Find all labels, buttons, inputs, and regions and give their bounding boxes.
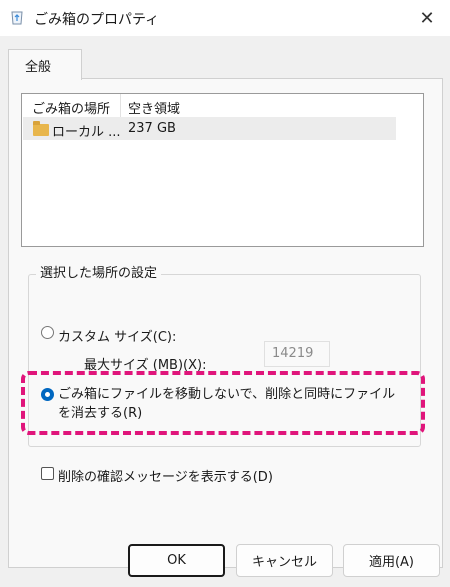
title-bar: ごみ箱のプロパティ ✕ bbox=[0, 0, 450, 36]
custom-size-radio[interactable] bbox=[41, 326, 54, 339]
list-header: ごみ箱の場所 空き領域 bbox=[22, 94, 423, 117]
cancel-button[interactable]: キャンセル bbox=[236, 544, 333, 577]
tab-general-label: 全般 bbox=[25, 60, 52, 75]
apply-button[interactable]: 適用(A) bbox=[343, 544, 440, 577]
location-name: ローカル ... bbox=[52, 125, 121, 140]
window-title: ごみ箱のプロパティ bbox=[34, 12, 160, 28]
ok-button[interactable]: OK bbox=[128, 544, 225, 577]
highlight-annotation bbox=[21, 371, 425, 435]
recycle-bin-location-list[interactable]: ごみ箱の場所 空き領域 ローカル ... 237 GB bbox=[21, 93, 424, 247]
tab-general[interactable]: 全般 bbox=[8, 49, 82, 80]
custom-size-label[interactable]: カスタム サイズ(C): bbox=[58, 326, 176, 345]
close-icon: ✕ bbox=[419, 7, 435, 29]
column-header-free-space[interactable]: 空き領域 bbox=[128, 98, 180, 117]
confirm-delete-label[interactable]: 削除の確認メッセージを表示する(D) bbox=[58, 466, 273, 485]
close-button[interactable]: ✕ bbox=[404, 0, 450, 36]
group-label: 選択した場所の設定 bbox=[36, 262, 162, 281]
list-item[interactable]: ローカル ... 237 GB bbox=[23, 117, 396, 140]
column-divider[interactable] bbox=[120, 94, 121, 117]
max-size-input[interactable]: 14219 bbox=[264, 341, 330, 367]
free-space-value: 237 GB bbox=[128, 121, 176, 136]
recycle-bin-icon bbox=[11, 11, 23, 25]
column-header-location[interactable]: ごみ箱の場所 bbox=[32, 98, 110, 117]
folder-icon bbox=[33, 121, 49, 136]
confirm-delete-checkbox[interactable] bbox=[41, 467, 54, 480]
dialog-body: 全般 ごみ箱の場所 空き領域 ローカル ... 237 GB 選択した場所の設定… bbox=[0, 36, 450, 587]
